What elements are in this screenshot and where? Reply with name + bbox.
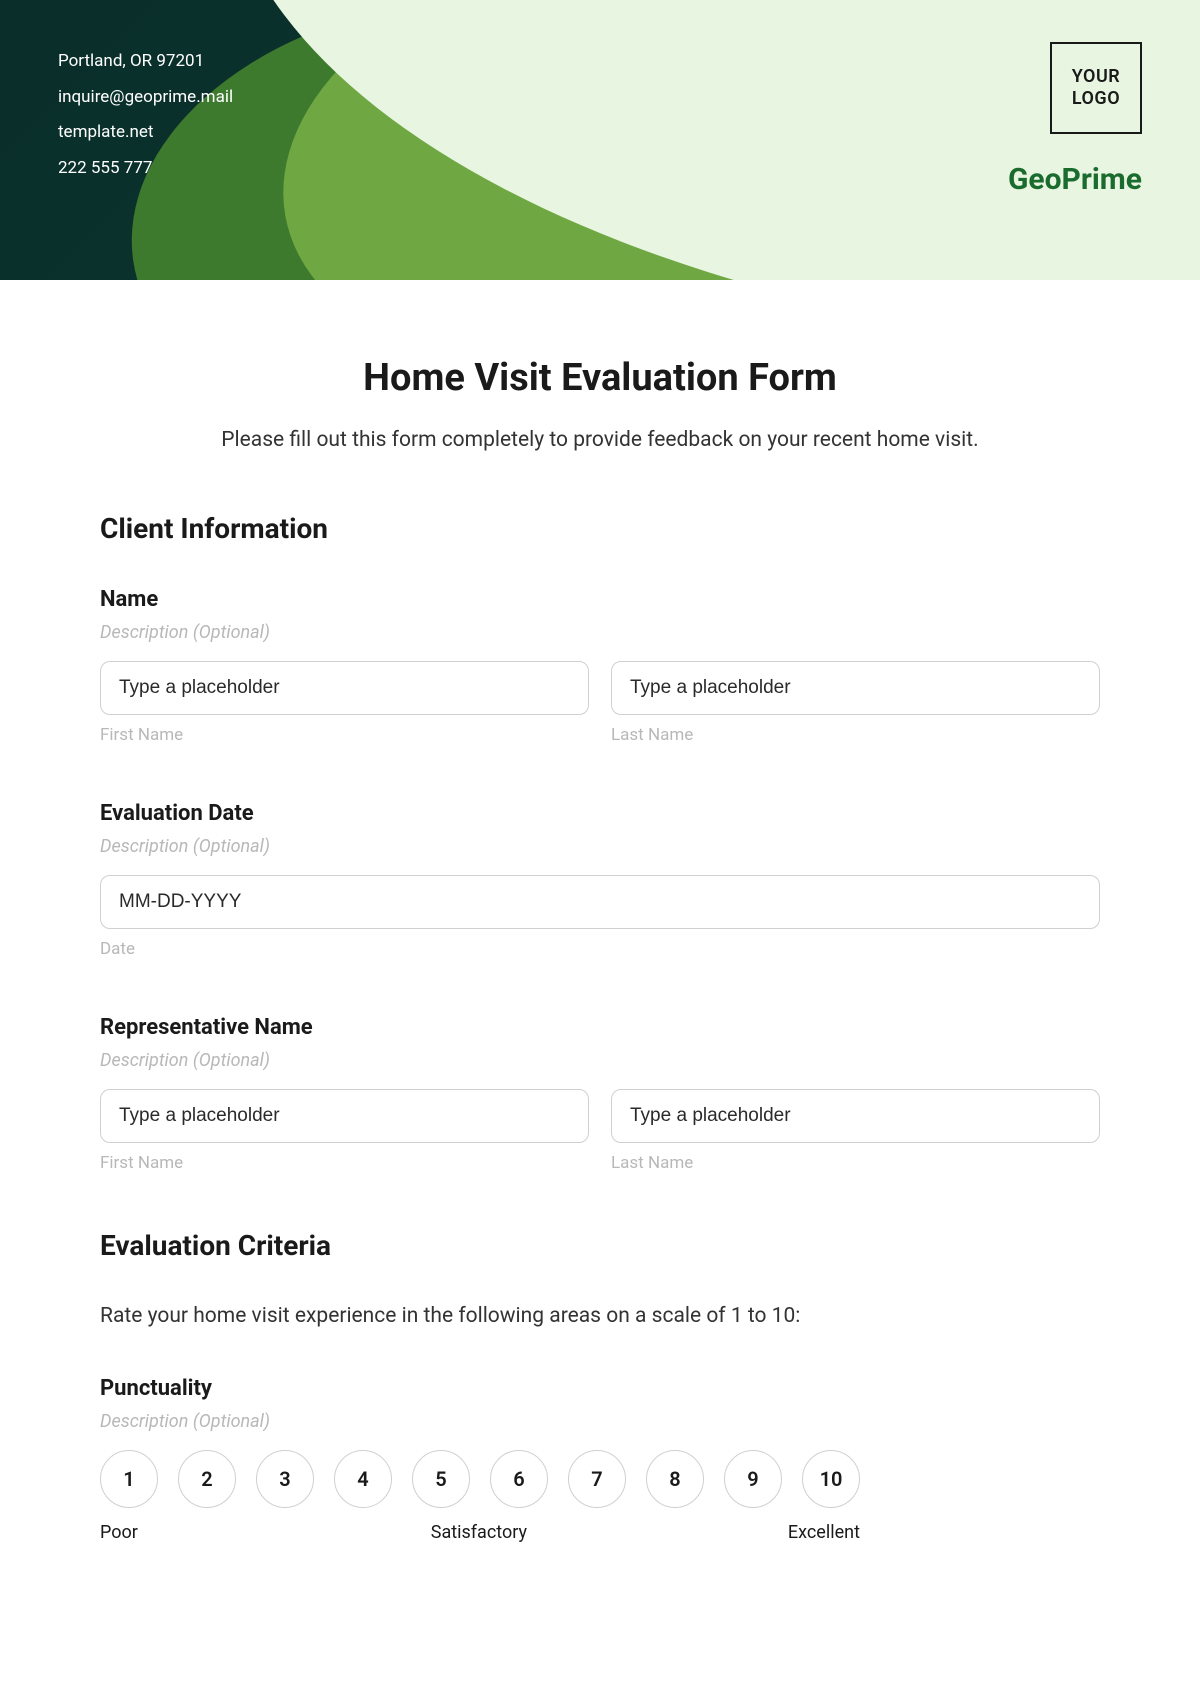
scale-punctuality: 1 2 3 4 5 6 7 8 9 10 bbox=[100, 1450, 1100, 1508]
label-rep-name: Representative Name bbox=[100, 1015, 1100, 1040]
anchor-satisfactory: Satisfactory bbox=[431, 1522, 527, 1543]
section-criteria-heading: Evaluation Criteria bbox=[100, 1229, 1100, 1262]
first-name-input[interactable] bbox=[100, 661, 589, 715]
form-title: Home Visit Evaluation Form bbox=[100, 356, 1100, 400]
desc-name: Description (Optional) bbox=[100, 622, 1100, 643]
contact-email: inquire@geoprime.mail bbox=[58, 80, 233, 116]
label-punctuality: Punctuality bbox=[100, 1376, 1100, 1401]
label-eval-date: Evaluation Date bbox=[100, 801, 1100, 826]
contact-site: template.net bbox=[58, 115, 233, 151]
field-punctuality: Punctuality Description (Optional) 1 2 3… bbox=[100, 1376, 1100, 1543]
rep-last-name-input[interactable] bbox=[611, 1089, 1100, 1143]
logo-placeholder: YOUR LOGO bbox=[1050, 42, 1142, 134]
scale-2[interactable]: 2 bbox=[178, 1450, 236, 1508]
rep-first-name-input[interactable] bbox=[100, 1089, 589, 1143]
scale-5[interactable]: 5 bbox=[412, 1450, 470, 1508]
sublabel-date: Date bbox=[100, 939, 1100, 959]
section-client-info-heading: Client Information bbox=[100, 512, 1100, 545]
scale-4[interactable]: 4 bbox=[334, 1450, 392, 1508]
logo-text: YOUR LOGO bbox=[1052, 66, 1140, 109]
criteria-intro: Rate your home visit experience in the f… bbox=[100, 1304, 1100, 1328]
desc-punctuality: Description (Optional) bbox=[100, 1411, 1100, 1432]
form-content: Home Visit Evaluation Form Please fill o… bbox=[0, 280, 1200, 1583]
sublabel-first-name: First Name bbox=[100, 725, 589, 745]
contact-phone: 222 555 777 bbox=[58, 151, 233, 187]
scale-6[interactable]: 6 bbox=[490, 1450, 548, 1508]
scale-8[interactable]: 8 bbox=[646, 1450, 704, 1508]
sublabel-rep-last: Last Name bbox=[611, 1153, 1100, 1173]
desc-rep-name: Description (Optional) bbox=[100, 1050, 1100, 1071]
brand-name: GeoPrime bbox=[1008, 162, 1142, 197]
anchor-excellent: Excellent bbox=[788, 1522, 860, 1543]
sublabel-rep-first: First Name bbox=[100, 1153, 589, 1173]
scale-anchors: Poor Satisfactory Excellent bbox=[100, 1522, 860, 1543]
scale-7[interactable]: 7 bbox=[568, 1450, 626, 1508]
scale-1[interactable]: 1 bbox=[100, 1450, 158, 1508]
scale-10[interactable]: 10 bbox=[802, 1450, 860, 1508]
last-name-input[interactable] bbox=[611, 661, 1100, 715]
anchor-poor: Poor bbox=[100, 1522, 138, 1543]
field-name: Name Description (Optional) First Name L… bbox=[100, 587, 1100, 745]
contact-address: Portland, OR 97201 bbox=[58, 44, 233, 80]
page-header: Portland, OR 97201 inquire@geoprime.mail… bbox=[0, 0, 1200, 280]
scale-3[interactable]: 3 bbox=[256, 1450, 314, 1508]
form-intro: Please fill out this form completely to … bbox=[100, 428, 1100, 452]
eval-date-input[interactable] bbox=[100, 875, 1100, 929]
field-eval-date: Evaluation Date Description (Optional) D… bbox=[100, 801, 1100, 959]
field-rep-name: Representative Name Description (Optiona… bbox=[100, 1015, 1100, 1173]
contact-block: Portland, OR 97201 inquire@geoprime.mail… bbox=[58, 44, 233, 187]
scale-9[interactable]: 9 bbox=[724, 1450, 782, 1508]
desc-eval-date: Description (Optional) bbox=[100, 836, 1100, 857]
label-name: Name bbox=[100, 587, 1100, 612]
sublabel-last-name: Last Name bbox=[611, 725, 1100, 745]
